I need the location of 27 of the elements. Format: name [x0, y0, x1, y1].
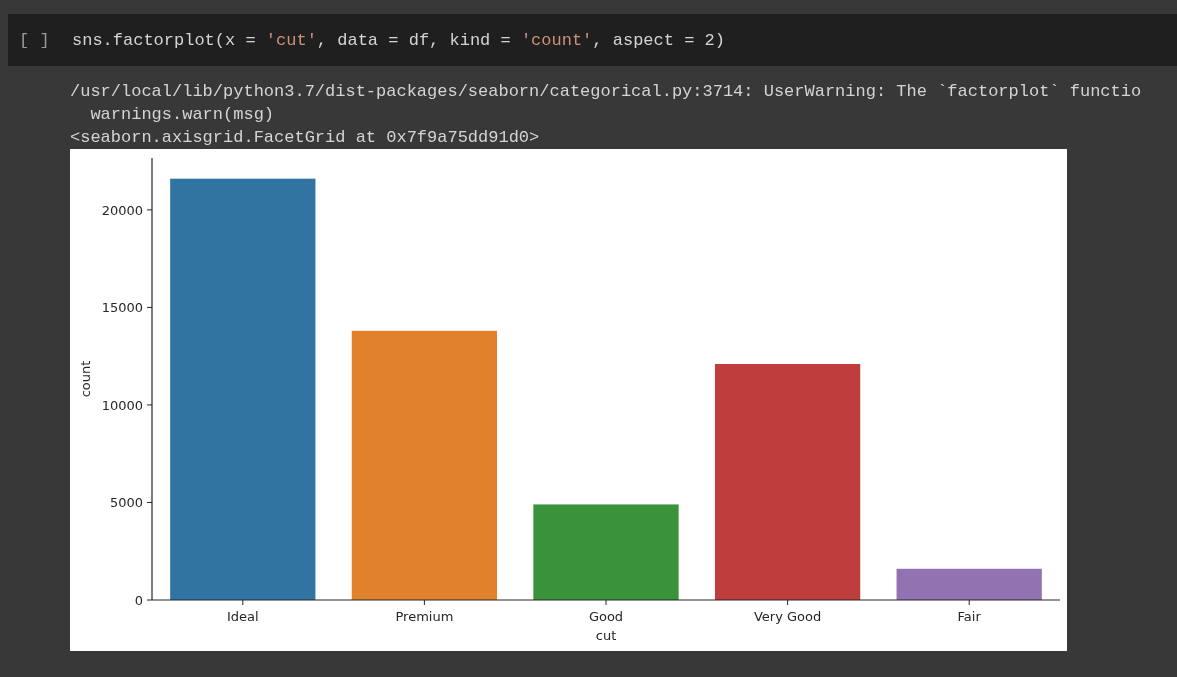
- x-tick-label: Ideal: [226, 609, 259, 624]
- y-tick-label: 10000: [101, 397, 143, 413]
- console-line: <seaborn.axisgrid.FacetGrid at 0x7f9a75dd91d0>: [70, 127, 541, 149]
- x-axis-label: cut: [595, 628, 617, 643]
- tick-mark: [146, 306, 153, 308]
- x-tick-label: Premium: [395, 609, 454, 624]
- tick-mark: [787, 599, 789, 606]
- console-line: warnings.warn(msg): [89, 104, 276, 126]
- y-tick-label: 5000: [109, 495, 143, 511]
- tick-mark: [423, 599, 425, 606]
- x-tick-label: Fair: [957, 609, 981, 624]
- x-tick-label: Very Good: [753, 609, 822, 624]
- y-tick-label: 20000: [101, 202, 143, 218]
- tick-mark: [146, 404, 153, 406]
- x-tick-label: Good: [588, 609, 624, 624]
- tick-mark: [605, 599, 607, 606]
- tick-mark: [968, 599, 970, 606]
- code-line: sns.factorplot(x = 'cut', data = df, kind = 'count', aspect = 2): [72, 30, 725, 50]
- console-line: /usr/local/lib/python3.7/dist-packages/seaborn/categorical.py:3714: UserWarning: The `factorplot` functio: [70, 81, 1143, 103]
- tick-mark: [146, 501, 153, 503]
- tick-mark: [242, 599, 244, 606]
- tick-mark: [146, 209, 153, 211]
- y-axis-label: count: [78, 360, 93, 398]
- y-tick-label: 0: [134, 593, 143, 608]
- y-tick-label: 15000: [101, 300, 143, 316]
- tick-mark: [146, 599, 153, 601]
- run-marker[interactable]: [ ]: [19, 30, 72, 50]
